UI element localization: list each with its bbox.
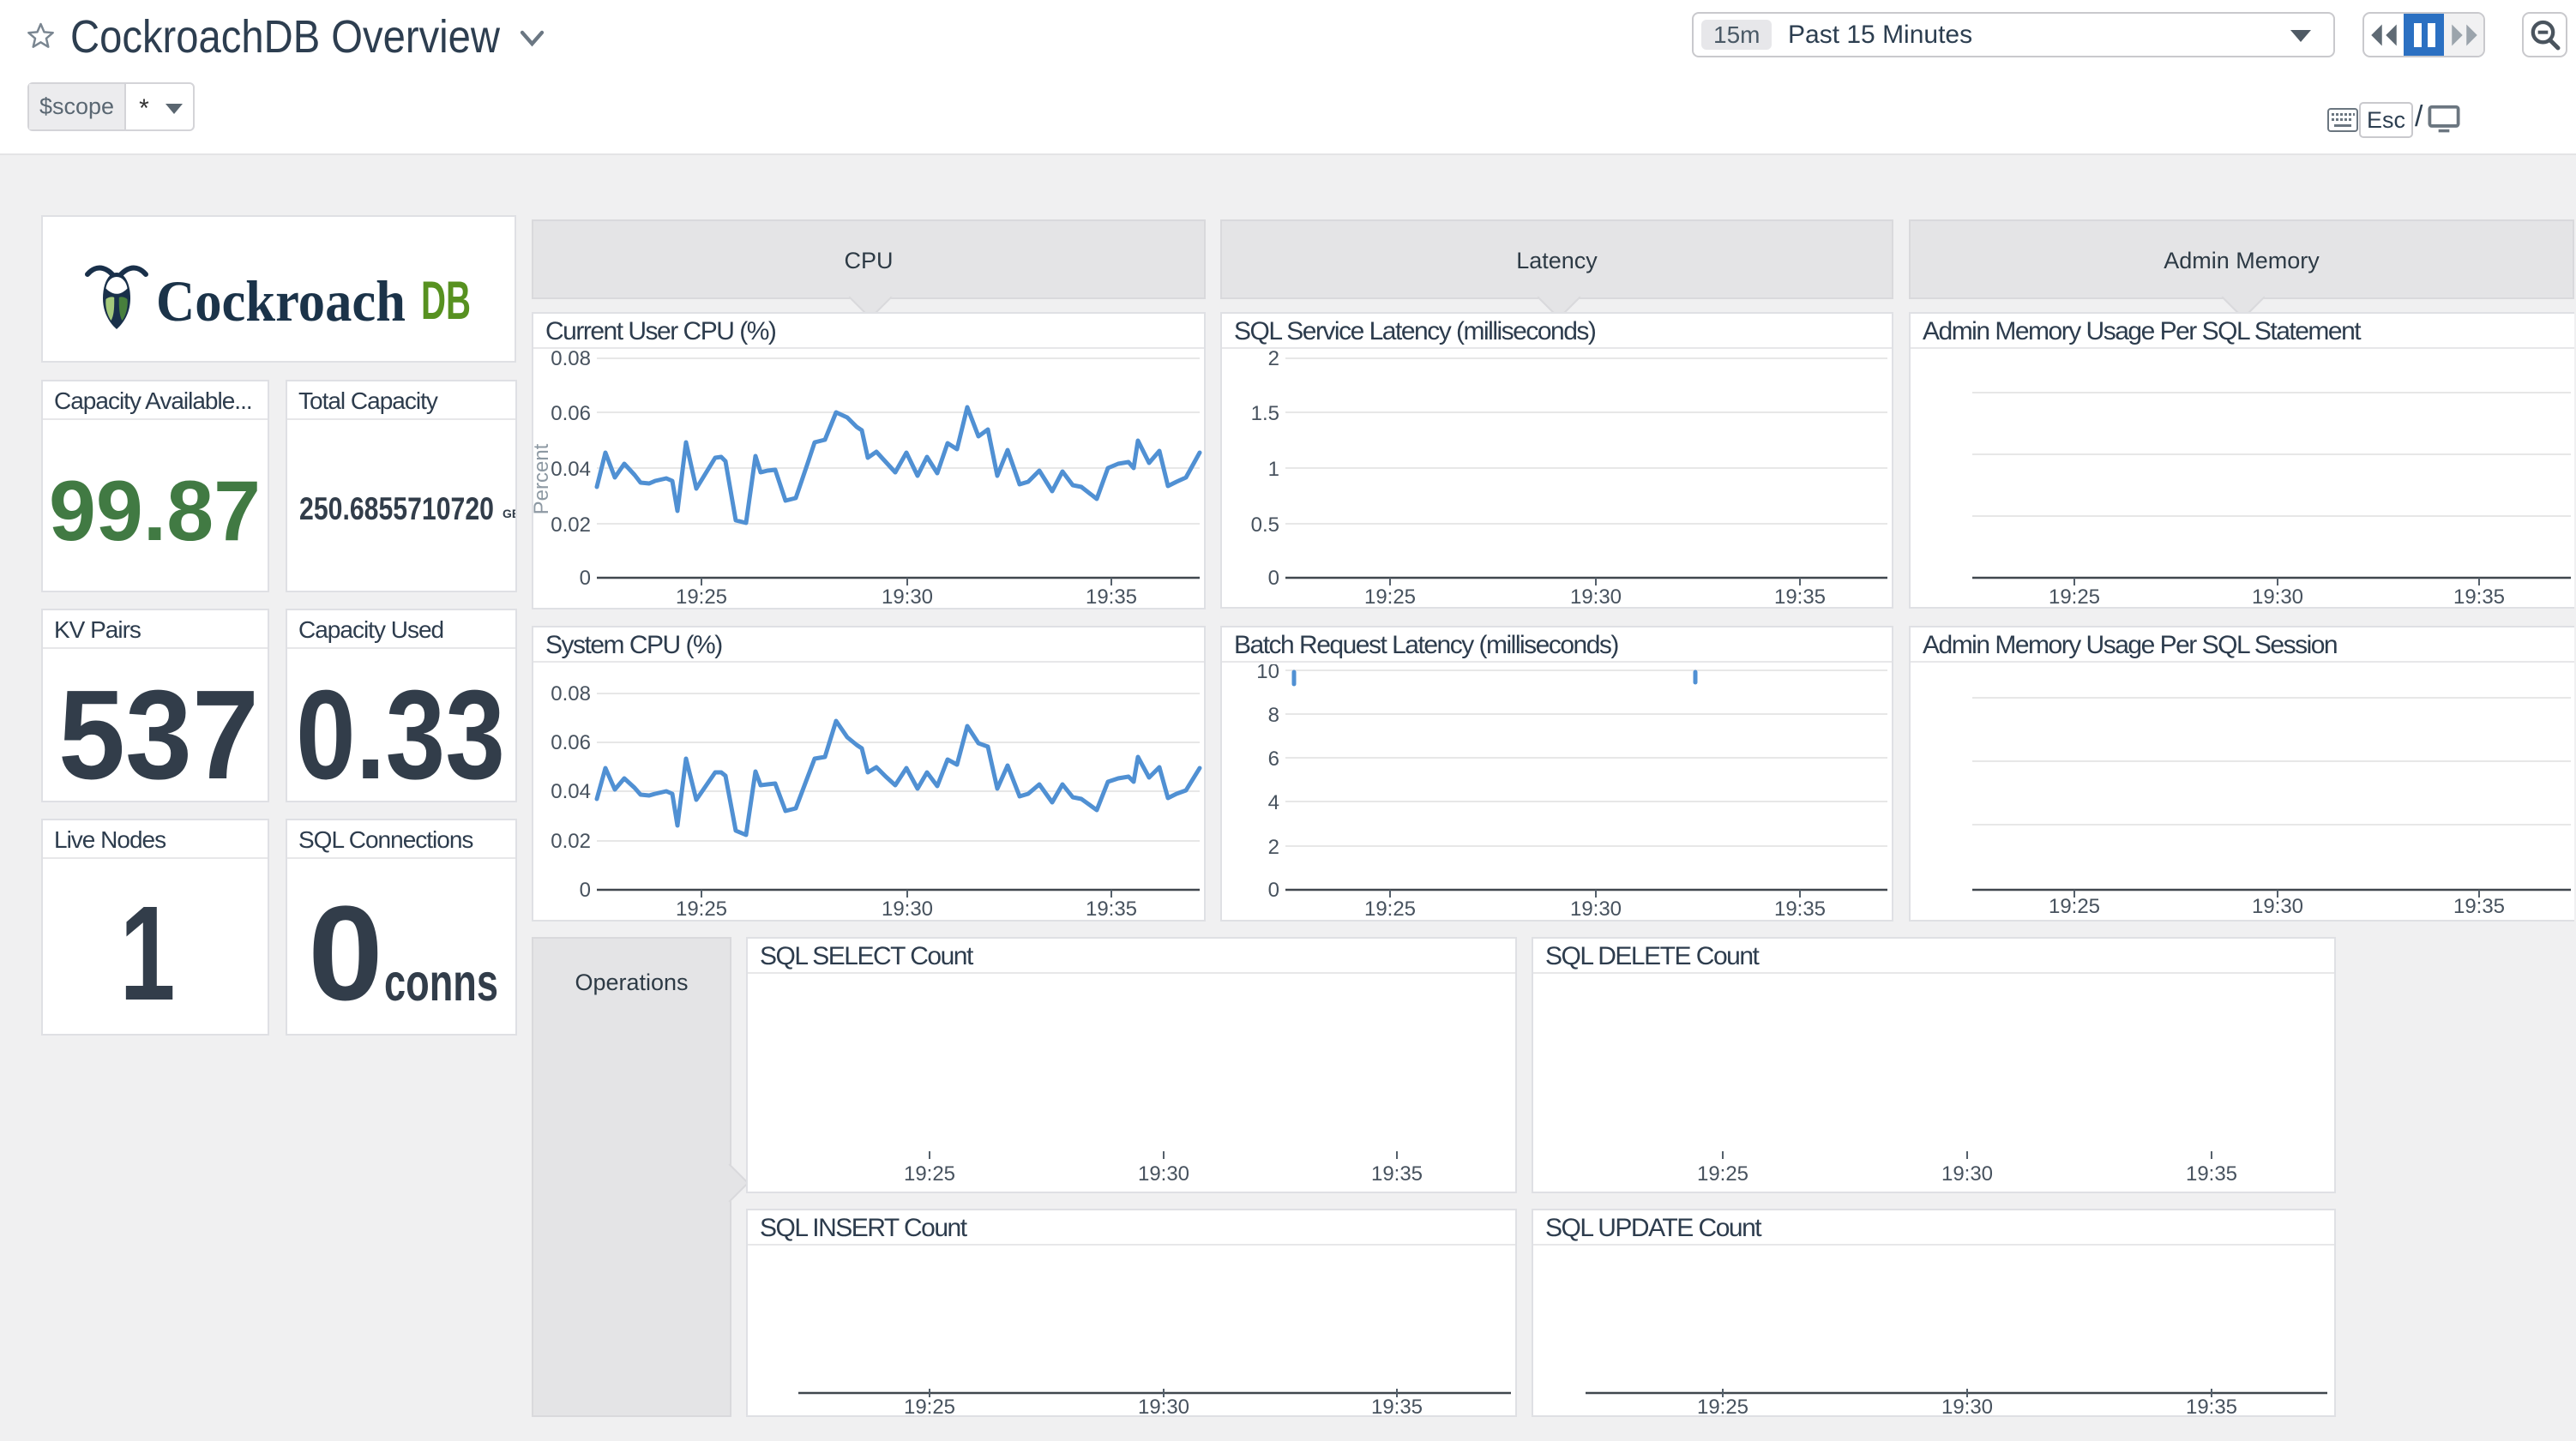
svg-text:0.02: 0.02 [551,513,591,537]
svg-text:19:30: 19:30 [1138,1396,1189,1415]
svg-text:1.5: 1.5 [1251,402,1279,425]
svg-text:19:35: 19:35 [2186,1162,2237,1186]
svg-text:19:35: 19:35 [1371,1396,1423,1415]
svg-text:99.87: 99.87 [49,463,261,558]
svg-text:0.08: 0.08 [551,351,591,370]
svg-text:19:35: 19:35 [2453,585,2505,607]
svg-text:0: 0 [1268,879,1279,902]
svg-text:19:25: 19:25 [904,1162,955,1186]
svg-text:537: 537 [58,664,259,801]
svg-text:19:35: 19:35 [1774,898,1826,920]
svg-text:19:30: 19:30 [882,585,933,608]
svg-text:0: 0 [580,879,591,902]
svg-text:0.33: 0.33 [296,664,505,801]
svg-text:19:30: 19:30 [1941,1396,1993,1415]
svg-text:0: 0 [308,879,382,1029]
svg-text:6: 6 [1268,748,1279,771]
svg-text:19:30: 19:30 [2252,585,2303,607]
svg-text:19:30: 19:30 [882,898,933,920]
svg-text:19:25: 19:25 [1364,585,1416,607]
svg-text:19:25: 19:25 [676,585,727,608]
svg-text:0: 0 [1268,567,1279,590]
svg-text:19:25: 19:25 [2049,895,2100,918]
svg-text:19:30: 19:30 [1941,1162,1993,1186]
svg-text:19:25: 19:25 [1697,1396,1748,1415]
svg-text:0: 0 [580,567,591,590]
svg-text:2: 2 [1268,351,1279,370]
svg-text:19:35: 19:35 [2453,895,2505,918]
svg-text:19:25: 19:25 [2049,585,2100,607]
svg-text:1: 1 [120,879,176,1029]
svg-text:Percent: Percent [533,443,553,514]
svg-text:19:25: 19:25 [676,898,727,920]
svg-text:8: 8 [1268,704,1279,727]
svg-text:conns: conns [384,953,498,1012]
svg-text:19:35: 19:35 [1371,1162,1423,1186]
svg-text:0.04: 0.04 [551,458,591,481]
svg-text:19:25: 19:25 [1364,898,1416,920]
svg-text:0.02: 0.02 [551,830,591,853]
svg-text:19:35: 19:35 [2186,1396,2237,1415]
svg-text:2: 2 [1268,836,1279,859]
svg-text:19:25: 19:25 [904,1396,955,1415]
svg-text:1: 1 [1268,458,1279,481]
svg-text:4: 4 [1268,791,1279,814]
svg-text:0.06: 0.06 [551,731,591,754]
svg-text:19:30: 19:30 [1570,585,1622,607]
svg-text:19:25: 19:25 [1697,1162,1748,1186]
svg-text:DB: DB [421,271,471,331]
svg-text:CockroachDB Overview: CockroachDB Overview [70,11,501,63]
svg-text:19:35: 19:35 [1086,585,1137,608]
svg-text:19:35: 19:35 [1774,585,1826,607]
svg-text:0.04: 0.04 [551,780,591,803]
svg-text:Cockroach: Cockroach [156,268,406,333]
svg-text:19:30: 19:30 [2252,895,2303,918]
svg-text:19:35: 19:35 [1086,898,1137,920]
svg-text:10: 10 [1256,664,1279,683]
svg-text:0.5: 0.5 [1251,513,1279,537]
svg-text:250.6855710720: 250.6855710720 [299,491,494,526]
svg-text:19:30: 19:30 [1138,1162,1189,1186]
svg-text:GB: GB [503,507,515,520]
svg-text:0.06: 0.06 [551,402,591,425]
svg-text:0.08: 0.08 [551,682,591,705]
svg-text:19:30: 19:30 [1570,898,1622,920]
